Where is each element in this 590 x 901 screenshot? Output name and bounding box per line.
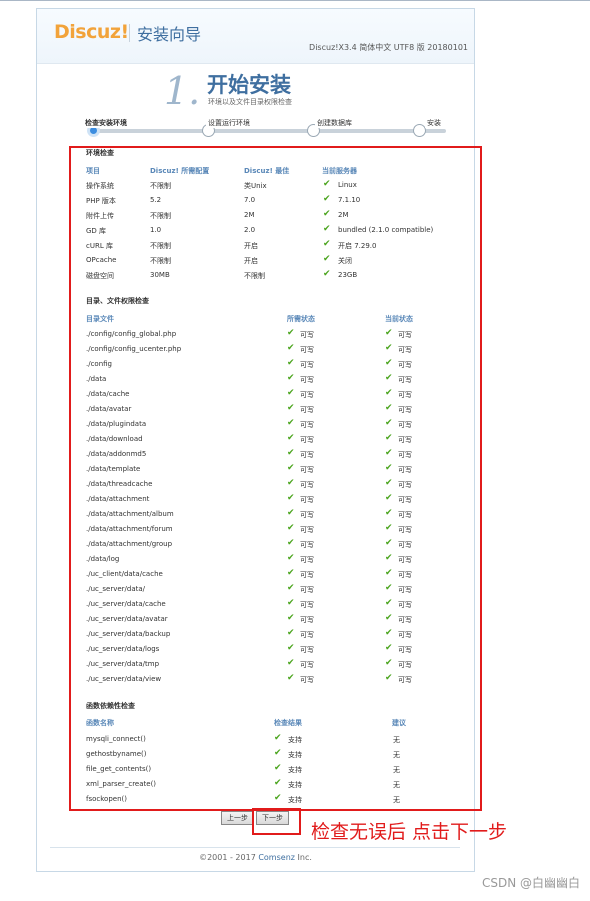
step-number: 1. xyxy=(164,69,201,113)
installer-header: Discuz! 安装向导 Discuz!X3.4 简体中文 UTF8 版 201… xyxy=(37,9,474,64)
version-label: Discuz!X3.4 简体中文 UTF8 版 20180101 xyxy=(309,43,468,52)
footer-divider xyxy=(50,847,460,848)
highlight-box-checks xyxy=(69,146,482,811)
footer-prefix: ©2001 - 2017 xyxy=(199,853,259,862)
top-border xyxy=(0,0,590,1)
progress-label-1: 检查安装环境 xyxy=(83,118,129,128)
watermark: CSDN @白幽幽白 xyxy=(481,876,580,890)
logo-divider xyxy=(129,24,130,42)
annotation-text: 检查无误后 点击下一步 xyxy=(311,821,508,843)
footer-brand[interactable]: Comsenz xyxy=(258,853,295,862)
discuz-logo: Discuz! xyxy=(54,21,129,43)
footer-suffix: Inc. xyxy=(294,853,312,862)
step-subtitle: 环境以及文件目录权限检查 xyxy=(208,98,292,106)
step-title: 开始安装 xyxy=(207,73,291,97)
highlight-box-next xyxy=(252,808,301,835)
wizard-title: 安装向导 xyxy=(137,25,202,44)
progress-label-2: 设置运行环境 xyxy=(206,118,252,128)
progress-label-3: 创建数据库 xyxy=(315,118,354,128)
prev-button[interactable]: 上一步 xyxy=(221,811,254,825)
progress-track xyxy=(92,129,446,133)
progress-label-4: 安装 xyxy=(425,118,443,128)
footer: ©2001 - 2017 Comsenz Inc. xyxy=(37,853,474,862)
